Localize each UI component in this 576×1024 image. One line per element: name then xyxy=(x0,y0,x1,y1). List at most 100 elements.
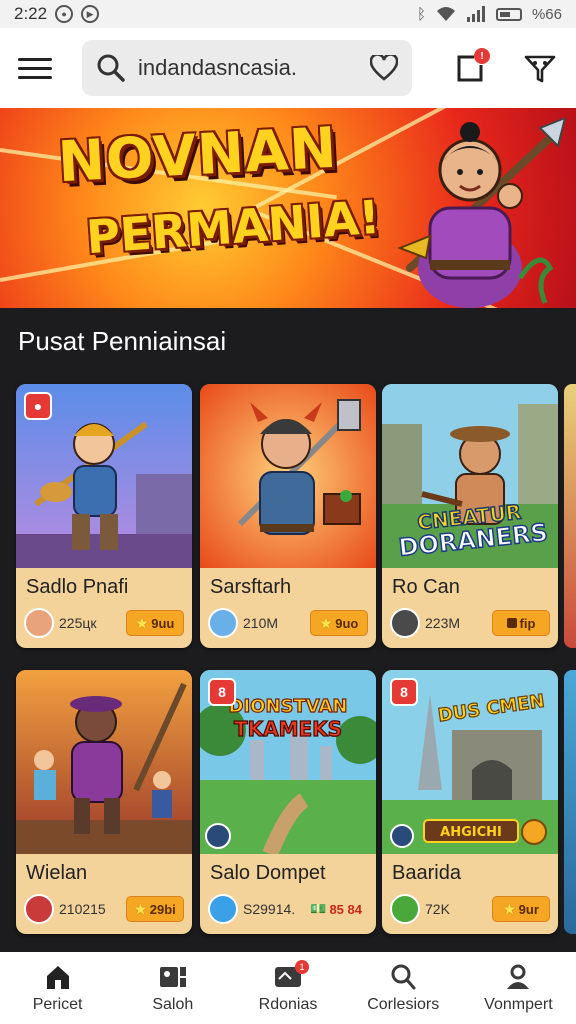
search-icon xyxy=(97,54,125,82)
game-card[interactable]: CNEATUR DORANERS Ro Can 223M fip xyxy=(382,384,558,648)
rating-value: 29bi xyxy=(149,901,176,917)
nav-item-gallery[interactable]: Saloh xyxy=(115,952,230,1024)
notification-badge: ! xyxy=(474,48,490,64)
game-meta: S29914. 💵 85 84 xyxy=(208,894,368,924)
price-value: 85 84 xyxy=(329,901,362,917)
game-title: Sadlo Pnafi xyxy=(26,576,129,598)
battery-percent: %66 xyxy=(531,5,562,23)
home-icon xyxy=(43,962,73,992)
nav-label: Corlesiors xyxy=(367,996,440,1013)
creator-avatar xyxy=(208,894,238,924)
app-notification-icon: ▶ xyxy=(81,5,100,23)
banner-subtitle: PERMANIA! xyxy=(84,189,382,265)
game-card[interactable]: DUS CMEN AHGICHI 8 Baarida 72K ★ 9ur xyxy=(382,670,558,934)
card-badge: 8 xyxy=(390,678,418,706)
app-bar: indandasncasia. ! xyxy=(0,28,576,108)
star-icon: ★ xyxy=(319,614,333,631)
rating-pill[interactable]: ★ 9uo xyxy=(310,610,368,636)
player-count: S29914. xyxy=(243,901,296,917)
nav-label: Pericet xyxy=(32,996,83,1013)
live-badge: ● xyxy=(24,392,52,420)
game-title: Ro Can xyxy=(392,576,460,598)
filter-button[interactable] xyxy=(518,46,562,90)
rating-value: 9uu xyxy=(151,615,175,631)
card-badge: 8 xyxy=(208,678,236,706)
art-title-line: DIONSTVAN xyxy=(229,696,348,717)
wifi-icon xyxy=(436,7,455,21)
creator-avatar xyxy=(208,608,238,638)
promo-banner[interactable]: NOVNAN PERMANIA! xyxy=(0,108,576,308)
nav-label: Saloh xyxy=(152,996,194,1013)
creator-avatar xyxy=(390,608,420,638)
game-card[interactable]: Wielan 210215 ★ 29bi xyxy=(16,670,192,934)
nav-item-profile[interactable]: Vonmpert xyxy=(461,952,576,1024)
hero-character-illustration xyxy=(397,118,567,308)
player-count: 210M xyxy=(243,615,279,631)
nav-item-inbox[interactable]: 1 Rdonias xyxy=(230,952,345,1024)
square-icon xyxy=(506,618,517,628)
nav-label: Rdonias xyxy=(258,996,318,1013)
search-bar[interactable]: indandasncasia. xyxy=(82,40,412,96)
game-meta: 210215 ★ 29bi xyxy=(24,894,184,924)
cash-icon: 💵 xyxy=(310,901,327,916)
filter-icon xyxy=(524,55,556,83)
section-title: Pusat Penniainsai xyxy=(18,326,227,356)
game-art-image xyxy=(16,670,192,854)
game-meta: 223M fip xyxy=(390,608,550,638)
gallery-icon xyxy=(158,962,188,992)
heart-icon[interactable] xyxy=(370,55,398,81)
game-card-partial[interactable] xyxy=(564,384,576,648)
creator-avatar xyxy=(24,894,54,924)
game-meta: 225цк ★ 9uu xyxy=(24,608,184,638)
rating-pill[interactable]: ★ 29bi xyxy=(126,896,184,922)
rating-value: fip xyxy=(519,615,536,631)
rating-value: 9uo xyxy=(335,615,359,631)
search-icon xyxy=(388,962,418,992)
game-meta: 210M ★ 9uo xyxy=(208,608,368,638)
rating-value: 9ur xyxy=(518,901,539,917)
player-count: 72K xyxy=(425,901,450,917)
game-art-image: CNEATUR DORANERS xyxy=(382,384,558,568)
menu-icon[interactable] xyxy=(18,48,58,88)
nav-label: Vonmpert xyxy=(484,996,553,1013)
player-count: 223M xyxy=(425,615,461,631)
game-title: Wielan xyxy=(26,862,88,884)
game-meta: 72K ★ 9ur xyxy=(390,894,550,924)
art-title-line: TKAMEKS xyxy=(234,717,342,741)
price-tag[interactable]: 💵 85 84 xyxy=(304,896,368,922)
game-card[interactable]: Sarsftarh 210M ★ 9uo xyxy=(200,384,376,648)
game-title: Baarida xyxy=(392,862,461,884)
art-title-line: AHGICHI xyxy=(440,825,502,840)
game-card[interactable]: DIONSTVAN TKAMEKS 8 Salo Dompet S29914. … xyxy=(200,670,376,934)
app-notification-icon: ● xyxy=(55,5,74,23)
creator-avatar xyxy=(24,608,54,638)
game-title: Sarsftarh xyxy=(210,576,292,598)
game-card[interactable]: ● Sadlo Pnafi 225цк ★ 9uu xyxy=(16,384,192,648)
game-art-image xyxy=(200,384,376,568)
inbox-icon: 1 xyxy=(273,960,309,992)
game-title: Salo Dompet xyxy=(210,862,326,884)
star-icon: ★ xyxy=(503,900,516,917)
rating-pill[interactable]: ★ 9uu xyxy=(126,610,184,636)
star-icon: ★ xyxy=(135,614,149,631)
player-count: 210215 xyxy=(59,901,106,917)
status-time: 2:22 xyxy=(14,4,48,23)
rating-pill[interactable]: fip xyxy=(492,610,550,636)
star-icon: ★ xyxy=(134,900,147,917)
game-card-partial[interactable] xyxy=(564,670,576,934)
nav-item-home[interactable]: Pericet xyxy=(0,952,115,1024)
banner-title: NOVNAN xyxy=(56,115,339,196)
battery-icon xyxy=(495,7,522,21)
signal-icon xyxy=(466,6,485,22)
bottom-navigation: Pericet Saloh 1 Rdonias Corlesiors Vonmp… xyxy=(0,952,576,1024)
nav-badge: 1 xyxy=(295,960,309,974)
nav-item-search[interactable]: Corlesiors xyxy=(346,952,461,1024)
bluetooth-icon: ᛒ xyxy=(416,5,426,23)
creator-avatar xyxy=(390,894,420,924)
search-input[interactable]: indandasncasia. xyxy=(138,55,370,81)
profile-icon xyxy=(503,962,533,992)
status-bar: 2:22 ● ▶ ᛒ %66 xyxy=(0,0,576,28)
notifications-button[interactable]: ! xyxy=(448,46,492,90)
rating-pill[interactable]: ★ 9ur xyxy=(492,896,550,922)
player-count: 225цк xyxy=(59,615,97,631)
